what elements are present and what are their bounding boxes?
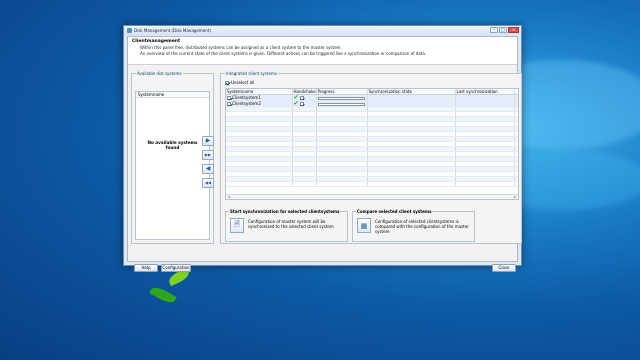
- compare-action-title: Compare selected client systems: [356, 209, 433, 214]
- progress-bar: [317, 102, 365, 106]
- window-title: Disk Management (Disk Management): [134, 28, 211, 33]
- help-button[interactable]: Help: [134, 264, 158, 272]
- client-systems-table: Systemname Handshake Progress Synchroniz…: [225, 88, 519, 200]
- app-icon: [127, 28, 132, 33]
- empty-list-message: No available systems found: [147, 140, 198, 150]
- progress-cell: [316, 94, 368, 101]
- scroll-right-icon[interactable]: ▸: [514, 194, 516, 199]
- title-bar[interactable]: Disk Management (Disk Management) – □ ✕: [124, 26, 521, 35]
- arrow-left-icon: ◀: [205, 165, 211, 172]
- close-button[interactable]: Close: [492, 264, 516, 272]
- horizontal-scrollbar[interactable]: ◂: [226, 194, 518, 199]
- column-header-handshake[interactable]: Handshake: [292, 89, 317, 95]
- handshake-ok-icon: ✔: [293, 94, 299, 101]
- page-header: Clientmanagement Within this panel free,…: [128, 37, 517, 65]
- handshake-ok-icon: ✔: [293, 100, 299, 107]
- page-description-line1: Within this panel free, distributed syst…: [140, 45, 342, 50]
- move-all-left-button[interactable]: ◀◀: [202, 178, 214, 188]
- double-arrow-left-icon: ◀◀: [204, 180, 212, 185]
- sync-document-icon: 🗎: [234, 220, 240, 228]
- unselect-all-checkbox[interactable]: [225, 80, 229, 85]
- integrated-systems-label: Integrated client systems: [225, 71, 279, 76]
- minimize-button[interactable]: –: [490, 27, 498, 33]
- progress-cell: [316, 100, 368, 107]
- scroll-left-icon[interactable]: ◂: [228, 194, 230, 199]
- sync-action-text: Configuration of master system will be s…: [248, 219, 334, 229]
- row-select-checkbox[interactable]: [227, 96, 231, 100]
- client-area: Clientmanagement Within this panel free,…: [127, 36, 522, 272]
- desktop-leaf-decoration: [149, 284, 177, 306]
- double-arrow-right-icon: ▶▶: [204, 152, 212, 157]
- compare-button[interactable]: ▦: [357, 218, 371, 233]
- handshake-checkbox[interactable]: [299, 102, 304, 106]
- sync-action-box: Start synchronization for selected clien…: [225, 209, 348, 242]
- empty-row: [226, 181, 518, 187]
- handshake-checkbox[interactable]: [299, 96, 304, 100]
- unselect-all-label: Unselect all: [231, 80, 255, 85]
- progress-bar: [317, 96, 365, 100]
- page-description-line2: An overview of the current state of the …: [140, 51, 427, 56]
- compare-action-text: Configuration of selected clientsystems …: [375, 219, 469, 234]
- systemname-column-header[interactable]: Systemname: [136, 92, 209, 98]
- close-window-button[interactable]: ✕: [508, 27, 519, 33]
- available-systems-label: Available dist systems: [136, 71, 183, 76]
- arrow-right-icon: ▶: [205, 137, 211, 144]
- maximize-button[interactable]: □: [499, 27, 507, 33]
- unselect-all-toggle[interactable]: Unselect all: [225, 80, 254, 85]
- start-sync-button[interactable]: 🗎: [230, 218, 244, 233]
- compare-chart-icon: ▦: [360, 221, 368, 230]
- integrated-systems-panel: Integrated client systems Unselect all S…: [220, 71, 522, 244]
- move-left-button[interactable]: ◀: [202, 164, 214, 174]
- configuration-button[interactable]: Configuration: [161, 264, 191, 272]
- available-systems-list[interactable]: Systemname No available systems found: [135, 91, 210, 240]
- compare-action-box: Compare selected client systems ▦ Config…: [352, 209, 475, 242]
- move-all-right-button[interactable]: ▶▶: [202, 150, 214, 160]
- row-select-checkbox[interactable]: [227, 102, 231, 106]
- page-title: Clientmanagement: [132, 39, 181, 44]
- app-window: Disk Management (Disk Management) – □ ✕ …: [123, 25, 522, 272]
- sync-action-title: Start synchronization for selected clien…: [229, 209, 341, 214]
- move-right-button[interactable]: ▶: [202, 136, 214, 146]
